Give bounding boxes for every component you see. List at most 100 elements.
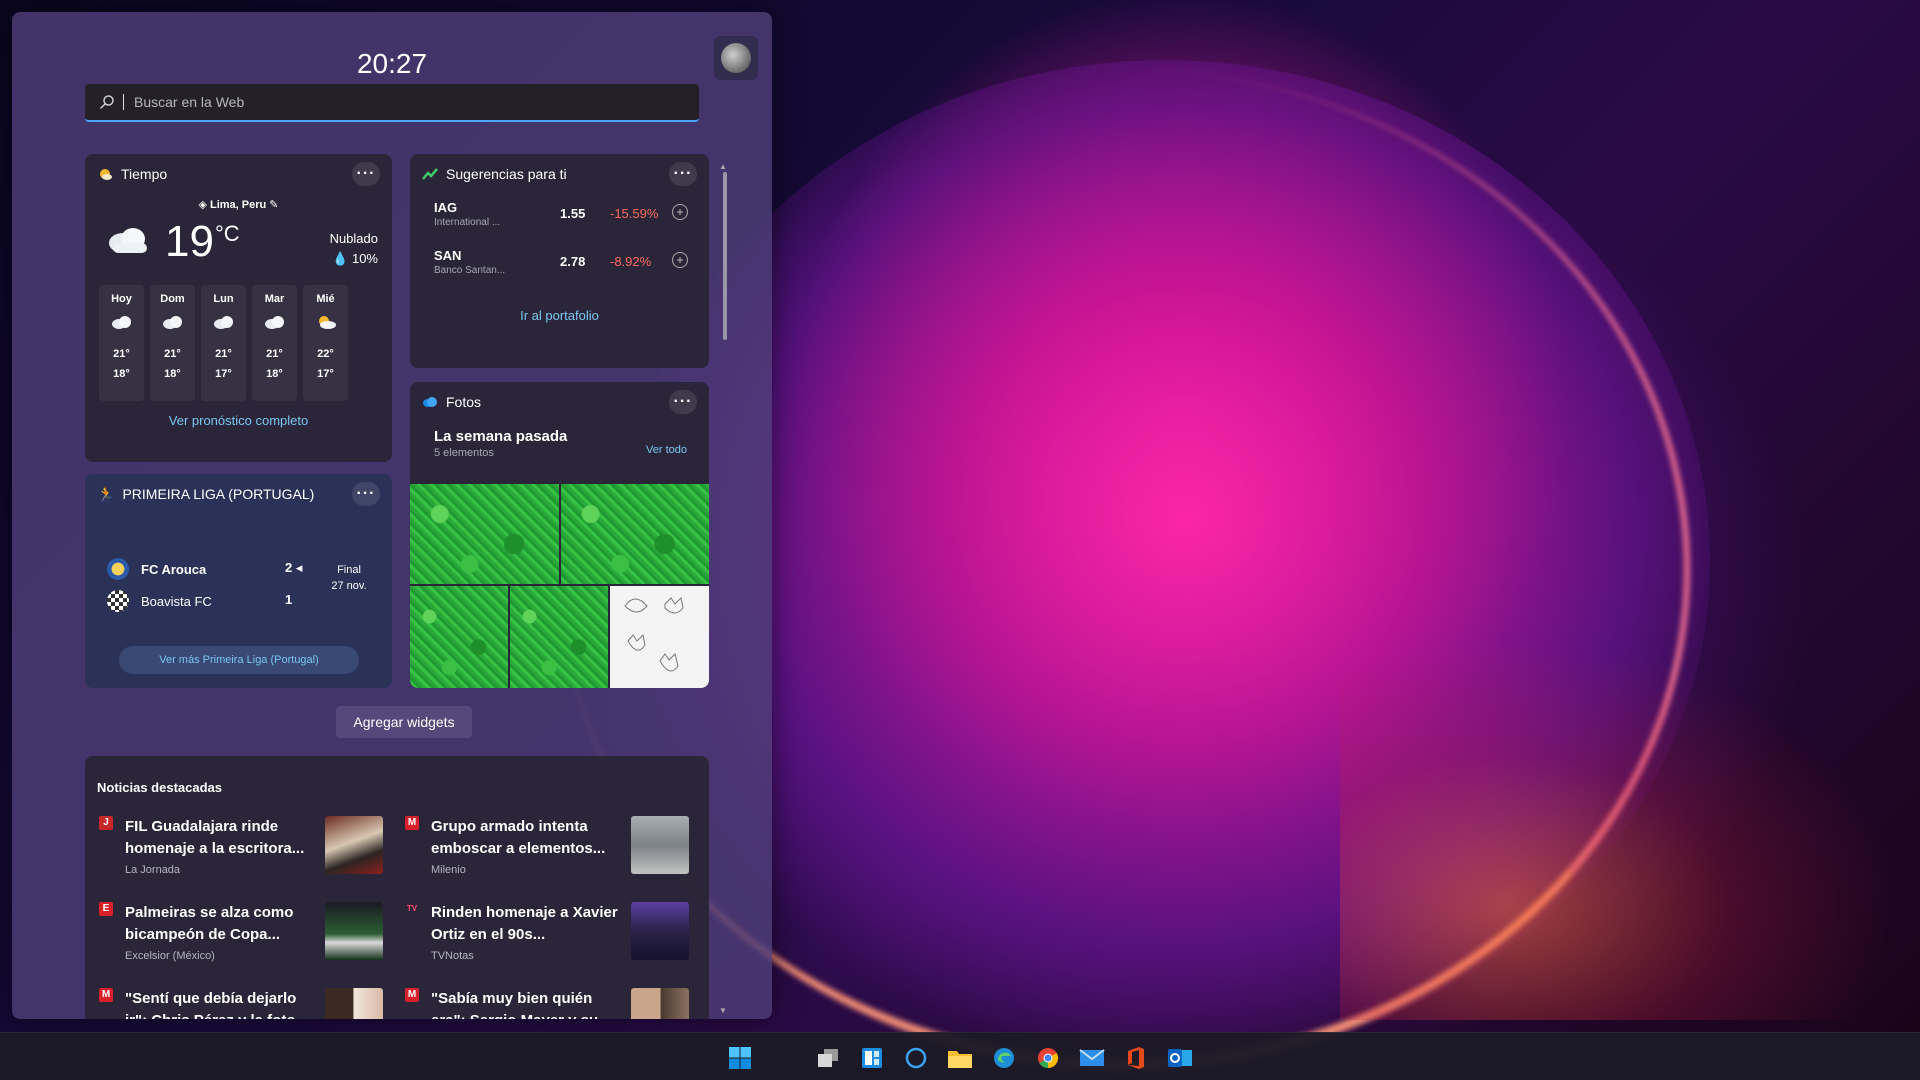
chrome-icon bbox=[1038, 1048, 1059, 1069]
stocks-widget[interactable]: Sugerencias para ti ··· IAG Internationa… bbox=[410, 154, 709, 368]
news-source: Excelsior (México) bbox=[125, 950, 215, 962]
news-item[interactable]: J FIL Guadalajara rinde homenaje a la es… bbox=[99, 816, 399, 886]
add-widgets-button[interactable]: Agregar widgets bbox=[336, 706, 472, 738]
cloud-icon bbox=[213, 316, 233, 329]
chrome-button[interactable] bbox=[1028, 1041, 1068, 1075]
forecast-day[interactable]: Hoy 21° 18° bbox=[99, 285, 144, 401]
weather-sun-icon bbox=[100, 169, 112, 180]
task-view-icon bbox=[818, 1049, 838, 1067]
news-item[interactable]: E Palmeiras se alza como bicampeón de Co… bbox=[99, 902, 399, 972]
news-thumbnail bbox=[325, 816, 383, 874]
home-team[interactable]: FC Arouca bbox=[107, 558, 206, 580]
away-team[interactable]: Boavista FC bbox=[107, 590, 212, 612]
office-icon bbox=[1128, 1047, 1144, 1069]
source-icon: M bbox=[405, 988, 419, 1002]
photo-thumbnail[interactable] bbox=[410, 484, 559, 584]
cloud-icon bbox=[111, 316, 131, 329]
stocks-more-button[interactable]: ··· bbox=[669, 162, 697, 186]
forecast-day[interactable]: Lun 21° 17° bbox=[201, 285, 246, 401]
stock-row[interactable]: IAG International ... 1.55 -15.59% + bbox=[410, 194, 709, 242]
forecast-day[interactable]: Mar 21° 18° bbox=[252, 285, 297, 401]
source-icon: E bbox=[99, 902, 113, 916]
full-forecast-link[interactable]: Ver pronóstico completo bbox=[85, 413, 392, 428]
photo-thumbnail[interactable] bbox=[561, 484, 709, 584]
news-heading: Noticias destacadas bbox=[97, 780, 223, 795]
photos-subtitle: La semana pasada bbox=[434, 428, 568, 445]
weather-header: Tiempo bbox=[85, 154, 392, 194]
home-score: 2 ◂ bbox=[285, 560, 303, 575]
scrollbar-thumb[interactable] bbox=[723, 172, 727, 340]
outlook-button[interactable] bbox=[1160, 1041, 1200, 1075]
news-item[interactable]: M "Sabía muy bien quién era": Sergio May… bbox=[405, 988, 705, 1019]
folder-icon bbox=[948, 1051, 972, 1068]
photo-thumbnail[interactable] bbox=[510, 586, 608, 688]
wallpaper-orange-glow bbox=[1340, 640, 1900, 1020]
news-source: Milenio bbox=[431, 864, 466, 876]
weather-more-button[interactable]: ··· bbox=[352, 162, 380, 186]
text-caret bbox=[123, 94, 124, 110]
start-button[interactable] bbox=[720, 1041, 760, 1075]
file-explorer-button[interactable] bbox=[940, 1041, 980, 1075]
mail-button[interactable] bbox=[1072, 1041, 1112, 1075]
see-all-photos-link[interactable]: Ver todo bbox=[646, 444, 687, 456]
match-status: Final 27 nov. bbox=[331, 564, 367, 592]
sports-title: PRIMEIRA LIGA (PORTUGAL) bbox=[122, 486, 315, 502]
stocks-header: Sugerencias para ti bbox=[410, 154, 709, 194]
news-item[interactable]: M "Sentí que debía dejarlo ir": Chris Pé… bbox=[99, 988, 399, 1019]
profile-avatar-button[interactable] bbox=[714, 36, 758, 80]
add-stock-icon[interactable]: + bbox=[672, 204, 688, 220]
stocks-title: Sugerencias para ti bbox=[446, 166, 567, 182]
widgets-button[interactable] bbox=[852, 1041, 892, 1075]
stock-trend-icon bbox=[422, 168, 438, 180]
sports-widget[interactable]: 🏃 PRIMEIRA LIGA (PORTUGAL) ··· FC Arouca… bbox=[85, 474, 392, 688]
source-icon: M bbox=[99, 988, 113, 1002]
stock-change: -15.59% bbox=[610, 206, 659, 221]
away-score: 1 bbox=[285, 592, 293, 607]
boavista-logo-icon bbox=[107, 590, 129, 612]
task-view-button[interactable] bbox=[808, 1041, 848, 1075]
widgets-panel: 20:27 Buscar en la Web Tiempo ··· ◈ Lima… bbox=[12, 12, 772, 1019]
add-stock-icon[interactable]: + bbox=[672, 252, 688, 268]
news-item[interactable]: TV Rinden homenaje a Xavier Ortiz en el … bbox=[405, 902, 705, 972]
edge-button[interactable] bbox=[984, 1041, 1024, 1075]
office-button[interactable] bbox=[1116, 1041, 1156, 1075]
forecast-day[interactable]: Dom 21° 18° bbox=[150, 285, 195, 401]
partly-sunny-icon bbox=[318, 316, 336, 329]
news-thumbnail bbox=[325, 902, 383, 960]
scroll-down-arrow-icon[interactable]: ▼ bbox=[719, 1006, 727, 1015]
photos-widget[interactable]: Fotos ··· La semana pasada 5 elementos V… bbox=[410, 382, 709, 688]
news-thumbnail bbox=[631, 816, 689, 874]
stock-price: 1.55 bbox=[560, 206, 586, 221]
search-box[interactable]: Buscar en la Web bbox=[85, 84, 699, 122]
cloud-icon bbox=[162, 316, 182, 329]
search-placeholder[interactable]: Buscar en la Web bbox=[134, 94, 244, 110]
weather-location[interactable]: ◈ Lima, Peru ✎ bbox=[85, 198, 392, 211]
forecast-day[interactable]: Mié 22° 17° bbox=[303, 285, 348, 401]
sports-more-button[interactable]: ··· bbox=[352, 482, 380, 506]
sports-header: 🏃 PRIMEIRA LIGA (PORTUGAL) bbox=[85, 474, 392, 514]
current-temperature: 19 bbox=[165, 217, 214, 266]
taskbar bbox=[0, 1032, 1920, 1080]
raindrop-icon: 💧 bbox=[332, 251, 352, 266]
stock-row[interactable]: SAN Banco Santan... 2.78 -8.92% + bbox=[410, 242, 709, 290]
weather-widget[interactable]: Tiempo ··· ◈ Lima, Peru ✎ 19 °C Nublado … bbox=[85, 154, 392, 462]
runner-icon: 🏃 bbox=[97, 485, 115, 502]
scroll-up-arrow-icon[interactable]: ▲ bbox=[719, 162, 727, 171]
photo-thumbnail[interactable] bbox=[610, 586, 709, 688]
news-source: La Jornada bbox=[125, 864, 181, 876]
photos-header: Fotos bbox=[410, 382, 709, 422]
windows-logo-icon bbox=[729, 1047, 751, 1069]
news-item[interactable]: M Grupo armado intenta emboscar a elemen… bbox=[405, 816, 705, 886]
cloud-icon bbox=[109, 228, 147, 253]
more-league-button[interactable]: Ver más Primeira Liga (Portugal) bbox=[119, 646, 359, 674]
news-title: Palmeiras se alza como bicampeón de Copa… bbox=[125, 904, 294, 943]
news-thumbnail bbox=[325, 988, 383, 1019]
news-source: TVNotas bbox=[431, 950, 474, 962]
edit-pencil-icon[interactable]: ✎ bbox=[269, 199, 278, 211]
portfolio-link[interactable]: Ir al portafolio bbox=[410, 308, 709, 323]
weather-title: Tiempo bbox=[121, 166, 168, 182]
photos-more-button[interactable]: ··· bbox=[669, 390, 697, 414]
photo-thumbnail[interactable] bbox=[410, 586, 508, 688]
source-icon: TV bbox=[406, 904, 418, 913]
cortana-button[interactable] bbox=[896, 1041, 936, 1075]
